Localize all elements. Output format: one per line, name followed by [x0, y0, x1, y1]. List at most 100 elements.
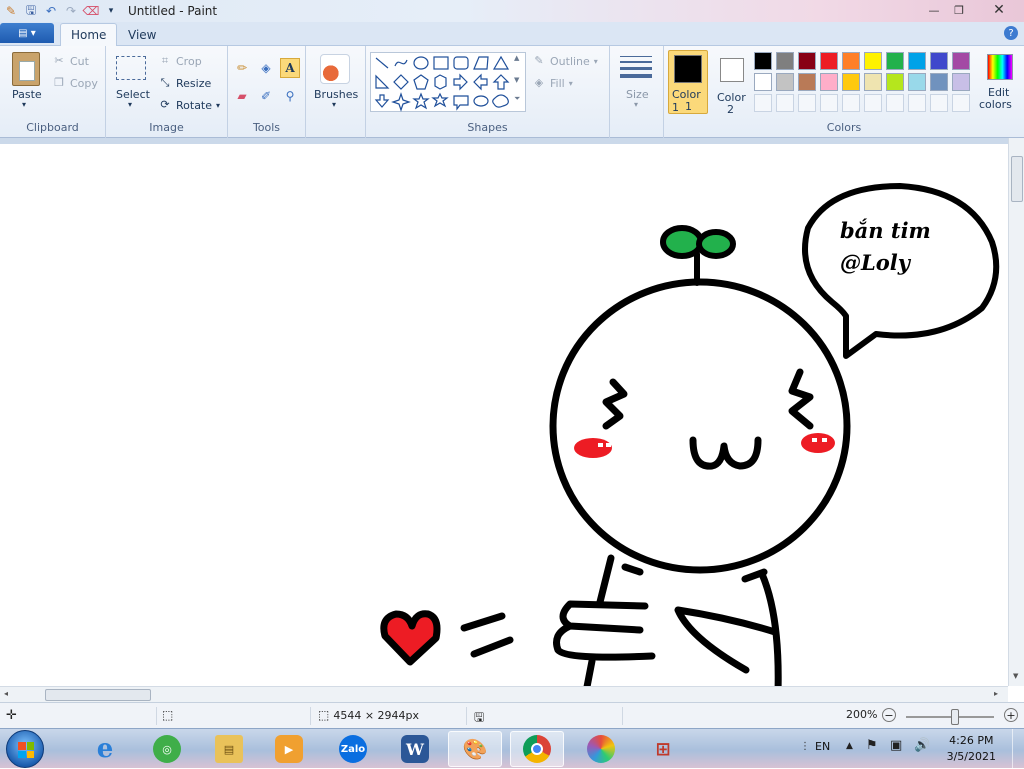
custom-color-slot[interactable]	[754, 94, 772, 112]
fill-bucket-icon[interactable]: ◈	[256, 58, 276, 78]
shapes-expand-icon[interactable]: ⏷	[514, 94, 520, 104]
size-lines-icon[interactable]	[620, 56, 652, 78]
color-swatch[interactable]	[908, 52, 926, 70]
custom-color-slot[interactable]	[842, 94, 860, 112]
close-button[interactable]: ✕	[978, 1, 1020, 19]
color-swatch[interactable]	[754, 52, 772, 70]
fill-button[interactable]: ◈ Fill ▾	[532, 74, 573, 92]
scroll-down-arrow-icon[interactable]: ▼	[1013, 672, 1018, 680]
select-button[interactable]: Select	[116, 88, 150, 101]
scroll-left-arrow-icon[interactable]: ◂	[4, 689, 8, 698]
undo-icon[interactable]: ↶	[42, 2, 60, 20]
edit-colors-button[interactable]: Edit colors	[978, 52, 1022, 114]
tray-expand-icon[interactable]: ▲	[846, 741, 853, 751]
select-icon[interactable]	[116, 56, 146, 80]
paste-button[interactable]: Paste	[12, 88, 42, 101]
drawing-canvas[interactable]: bắn tim @Loly	[0, 144, 1008, 686]
select-dropdown-icon[interactable]: ▾	[128, 100, 132, 109]
color1-button[interactable]: Color 1 1	[668, 50, 708, 114]
shapes-gallery[interactable]	[370, 52, 526, 112]
color-swatch[interactable]	[908, 73, 926, 91]
zoom-slider[interactable]	[906, 716, 994, 718]
eraser-icon[interactable]: ▰	[232, 86, 252, 106]
scroll-right-arrow-icon[interactable]: ▸	[994, 689, 998, 698]
custom-color-slot[interactable]	[886, 94, 904, 112]
custom-color-slot[interactable]	[908, 94, 926, 112]
color-swatch[interactable]	[930, 73, 948, 91]
color-swatch[interactable]	[776, 52, 794, 70]
pencil-icon[interactable]: ✏	[232, 58, 252, 78]
color-swatch[interactable]	[886, 73, 904, 91]
taskbar-network-app[interactable]: ⊞	[636, 731, 690, 767]
color-swatch[interactable]	[952, 52, 970, 70]
taskbar-coccoc[interactable]: ◎	[140, 731, 194, 767]
eraser-quick-icon[interactable]: ⌫	[82, 2, 100, 20]
zoom-in-button[interactable]: +	[1004, 708, 1018, 722]
tab-home[interactable]: Home	[60, 23, 118, 46]
color-swatch[interactable]	[820, 52, 838, 70]
taskbar-explorer[interactable]: ▤	[202, 731, 256, 767]
paste-icon[interactable]	[12, 52, 40, 86]
cut-button[interactable]: ✂ Cut	[52, 52, 89, 70]
taskbar-word[interactable]: W	[388, 731, 442, 767]
crop-button[interactable]: ⌗ Crop	[158, 52, 202, 70]
magnifier-icon[interactable]: ⚲	[280, 86, 300, 106]
color-swatch[interactable]	[842, 52, 860, 70]
color-swatch[interactable]	[886, 52, 904, 70]
action-center-flag-icon[interactable]: ⚑	[866, 738, 878, 753]
custom-color-slot[interactable]	[864, 94, 882, 112]
custom-color-slot[interactable]	[952, 94, 970, 112]
volume-icon[interactable]: 🔊	[914, 738, 930, 753]
taskbar-media[interactable]: ▶	[262, 731, 316, 767]
color-swatch[interactable]	[754, 73, 772, 91]
outline-button[interactable]: ✎ Outline ▾	[532, 52, 597, 70]
horizontal-scrollbar[interactable]: ◂ ▸	[0, 686, 1008, 702]
brushes-dropdown-icon[interactable]: ▾	[332, 100, 336, 109]
taskbar-zalo[interactable]: Zalo	[326, 731, 380, 767]
customize-dropdown-icon[interactable]: ▾	[102, 2, 120, 20]
show-desktop-button[interactable]	[1012, 729, 1024, 769]
size-dropdown-icon[interactable]: ▾	[634, 100, 638, 109]
network-icon[interactable]: ▣	[890, 738, 902, 753]
system-clock[interactable]: 4:26 PM 3/5/2021	[947, 733, 996, 765]
tab-view[interactable]: View	[118, 23, 166, 46]
resize-button[interactable]: ⤡ Resize	[158, 74, 212, 92]
horizontal-scroll-thumb[interactable]	[45, 689, 151, 701]
redo-icon[interactable]: ↷	[62, 2, 80, 20]
color-swatch[interactable]	[820, 73, 838, 91]
shapes-scroll-up-icon[interactable]: ▲	[514, 54, 519, 62]
taskbar-ie[interactable]: e	[78, 731, 132, 767]
custom-color-slot[interactable]	[820, 94, 838, 112]
copy-button[interactable]: ❐ Copy	[52, 74, 98, 92]
language-indicator[interactable]: EN	[815, 740, 830, 753]
taskbar-paint[interactable]: 🎨	[448, 731, 502, 767]
color-picker-icon[interactable]: ✐	[256, 86, 276, 106]
text-tool-icon[interactable]: A	[280, 58, 300, 78]
taskbar-chrome[interactable]	[510, 731, 564, 767]
show-hidden-icons[interactable]: ⋮	[800, 741, 810, 752]
vertical-scroll-thumb[interactable]	[1011, 156, 1023, 202]
color2-button[interactable]: Color 2	[712, 50, 750, 116]
color-swatch[interactable]	[930, 52, 948, 70]
save-icon[interactable]: 🖫	[22, 2, 40, 20]
zoom-out-button[interactable]: −	[882, 708, 896, 722]
color-swatch[interactable]	[798, 52, 816, 70]
paint-app-icon[interactable]: ✎	[2, 2, 20, 20]
vertical-scrollbar[interactable]: ▼	[1008, 138, 1024, 686]
start-button[interactable]	[6, 730, 44, 768]
rotate-button[interactable]: ⟳ Rotate ▾	[158, 96, 220, 114]
custom-color-slot[interactable]	[776, 94, 794, 112]
color-swatch[interactable]	[952, 73, 970, 91]
color-swatch[interactable]	[776, 73, 794, 91]
shapes-scroll-down-icon[interactable]: ▼	[514, 76, 519, 84]
color-swatch[interactable]	[864, 73, 882, 91]
color-swatch[interactable]	[798, 73, 816, 91]
paste-dropdown-icon[interactable]: ▾	[22, 100, 26, 109]
custom-color-slot[interactable]	[930, 94, 948, 112]
color-swatch[interactable]	[864, 52, 882, 70]
color-swatch[interactable]	[842, 73, 860, 91]
taskbar-photos[interactable]	[574, 731, 628, 767]
custom-color-slot[interactable]	[798, 94, 816, 112]
zoom-slider-thumb[interactable]	[951, 709, 959, 725]
brush-icon[interactable]	[320, 54, 350, 84]
